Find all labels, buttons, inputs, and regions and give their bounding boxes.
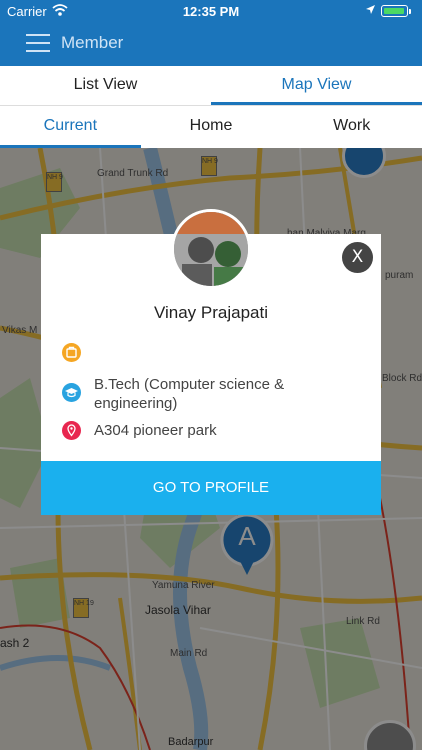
status-bar: Carrier 12:35 PM (0, 0, 422, 22)
hamburger-menu-icon[interactable] (26, 34, 50, 52)
clock: 12:35 PM (182, 4, 240, 19)
tab-current[interactable]: Current (0, 106, 141, 148)
member-avatar (171, 209, 251, 289)
battery-icon (381, 5, 408, 17)
tab-home[interactable]: Home (141, 106, 282, 148)
location-tabs: Current Home Work (0, 106, 422, 148)
battery-cap (409, 9, 411, 14)
briefcase-icon (62, 343, 81, 362)
close-popup-button[interactable]: X (342, 242, 373, 273)
tab-list-view[interactable]: List View (0, 66, 211, 105)
member-address: A304 pioneer park (94, 422, 217, 439)
graduation-cap-icon (62, 383, 81, 402)
page-title: Member (61, 33, 124, 52)
go-to-profile-button[interactable]: GO TO PROFILE (41, 461, 381, 515)
tab-work[interactable]: Work (281, 106, 422, 148)
app-header: Carrier 12:35 PM Member (0, 0, 422, 66)
view-tabs: List View Map View (0, 66, 422, 106)
location-pin-icon (62, 421, 81, 440)
tab-map-view[interactable]: Map View (211, 66, 422, 105)
member-name: Vinay Prajapati (153, 303, 269, 322)
location-arrow-icon (365, 3, 376, 18)
member-education: B.Tech (Computer science & engineering) (94, 376, 285, 412)
